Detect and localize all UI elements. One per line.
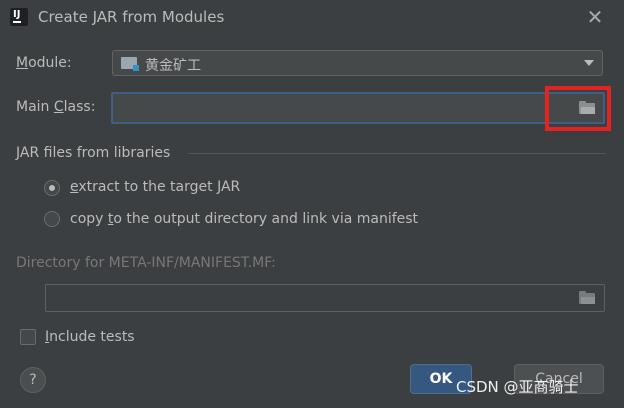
title-bar: IJ Create JAR from Modules ✕ bbox=[0, 0, 624, 36]
module-value: 黄金矿工 bbox=[145, 58, 201, 74]
include-tests-checkbox[interactable] bbox=[20, 329, 36, 345]
copy-radio[interactable] bbox=[44, 211, 60, 227]
extract-radio-label[interactable]: extract to the target JAR bbox=[70, 179, 240, 195]
group-separator bbox=[188, 153, 606, 154]
copy-radio-label[interactable]: copy to the output directory and link vi… bbox=[70, 211, 418, 227]
manifest-dir-input bbox=[45, 284, 605, 312]
highlight-box bbox=[545, 86, 611, 131]
manifest-dir-label: Directory for META-INF/MANIFEST.MF: bbox=[16, 255, 276, 271]
intellij-icon: IJ bbox=[10, 8, 28, 26]
help-button[interactable]: ? bbox=[20, 367, 46, 393]
jar-files-group-title: JAR files from libraries bbox=[16, 145, 171, 161]
manifest-dir-browse-folder-icon bbox=[578, 291, 598, 305]
main-class-label: Main Class: bbox=[16, 99, 96, 115]
module-select[interactable]: 黄金矿工 bbox=[112, 50, 603, 76]
watermark: CSDN @亚商骑士 bbox=[456, 378, 579, 396]
dialog-title: Create JAR from Modules bbox=[38, 8, 225, 26]
main-class-input[interactable] bbox=[111, 92, 605, 124]
module-label: Module: bbox=[16, 55, 72, 71]
module-folder-icon bbox=[121, 57, 139, 71]
extract-radio[interactable] bbox=[44, 180, 60, 196]
include-tests-label[interactable]: Include tests bbox=[45, 329, 135, 345]
close-icon[interactable]: ✕ bbox=[583, 5, 607, 29]
chevron-down-icon bbox=[584, 60, 594, 66]
